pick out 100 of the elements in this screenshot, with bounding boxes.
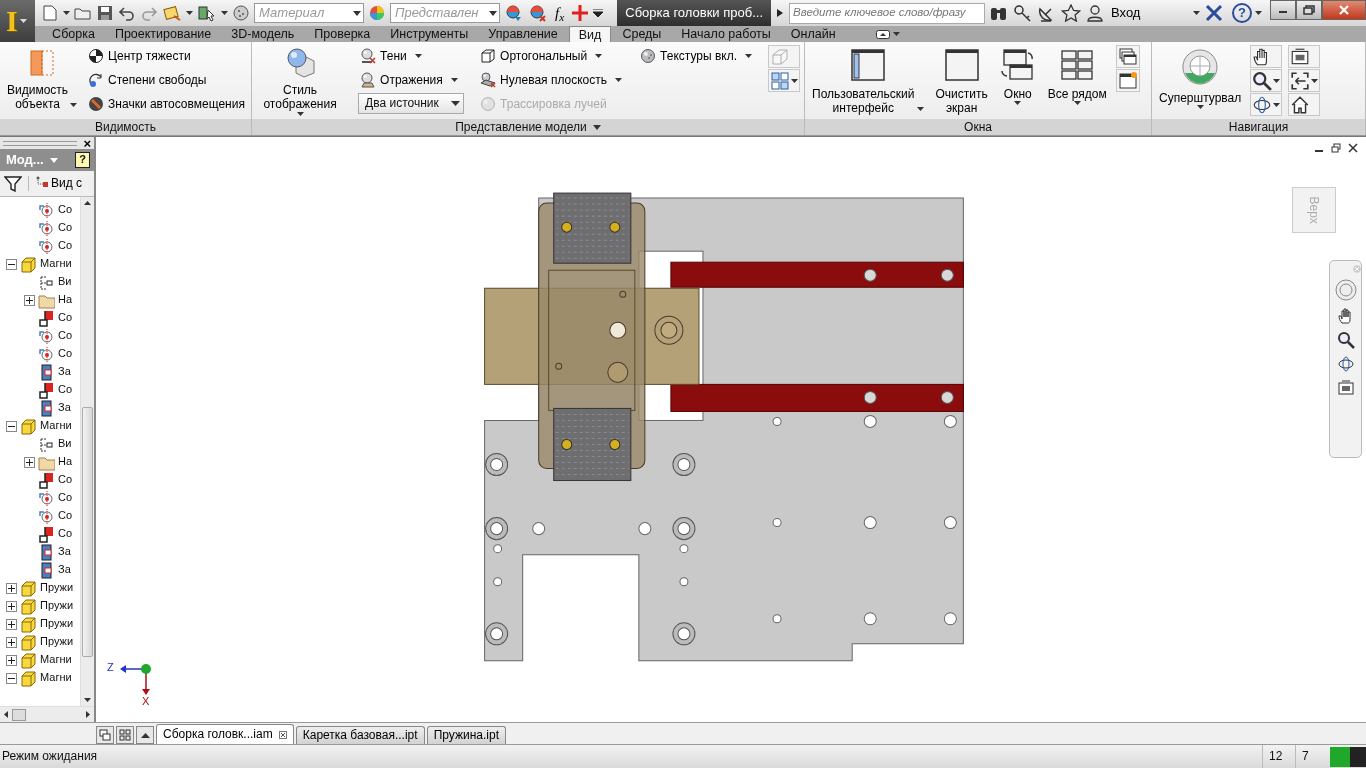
expand-toggle[interactable] [6,600,17,612]
ribbon-button[interactable]: Очистить экран [932,45,991,119]
icon-button[interactable] [1288,45,1321,68]
icon-button[interactable] [1115,45,1140,68]
document-icon[interactable] [41,4,60,22]
tree-item-label[interactable]: Со [58,473,73,487]
expand-toggle[interactable] [24,456,35,468]
document-tab[interactable]: Каретка базовая...ipt [295,726,425,744]
icon-button[interactable] [1288,69,1321,92]
view-menu-button[interactable]: Вид с [28,176,83,191]
tab-list-button[interactable] [136,726,154,744]
ribbon-tab[interactable]: Среды [613,26,671,42]
tree-item-label[interactable]: Со [58,383,73,397]
tree-item-label[interactable]: На [58,293,73,307]
expand-toggle[interactable] [6,654,17,666]
tree-item-label[interactable]: Пружи [40,599,74,613]
close-icon[interactable] [1348,143,1358,153]
tree-item-label[interactable]: Со [58,221,73,235]
ribbon-button[interactable]: Стиль отображения [256,45,345,119]
cross-mark-icon[interactable] [1204,4,1224,22]
tree-item-label[interactable]: За [58,545,71,559]
color-ball-icon[interactable] [528,4,549,22]
tree-item-label[interactable]: Магни [40,257,72,271]
ribbon-tab[interactable]: Начало работы [672,26,780,42]
tile-button[interactable] [116,726,134,744]
sign-in-button[interactable]: Вход [1109,5,1189,21]
search-field[interactable]: Введите ключевое слово/фразу [789,2,985,24]
icon-button[interactable] [1288,93,1321,116]
ribbon-button[interactable]: Отражения [358,69,465,91]
user-icon[interactable] [1085,4,1105,22]
play-icon[interactable] [775,8,785,18]
panel-title[interactable]: Окна [805,119,1151,135]
ribbon-tab[interactable]: Вид [568,26,612,42]
ribbon-button[interactable]: Ортогональный [478,45,625,67]
application-menu-button[interactable]: I [0,0,36,42]
tree-item-label[interactable]: Пружи [40,617,74,631]
texture-ball-icon[interactable] [232,4,251,22]
caret-icon[interactable] [593,9,604,17]
tree-item-label[interactable]: За [58,563,71,577]
ribbon-tab[interactable]: Проверка [305,26,380,42]
plus-icon[interactable] [571,4,590,22]
icon-button[interactable] [1250,93,1283,116]
close-icon[interactable] [278,730,287,739]
collapse-toggle[interactable] [6,420,17,432]
tree-item-label[interactable]: Со [58,203,73,217]
ribbon-button[interactable]: Значки автосовмещения [86,93,247,115]
save-icon[interactable] [96,4,115,22]
key-icon[interactable] [1013,4,1033,22]
tree-item-label[interactable]: Ви [58,437,72,451]
navigation-bar[interactable] [1329,260,1362,458]
restore-icon[interactable] [1331,143,1341,153]
document-tab[interactable]: Пружина.ipt [426,726,506,744]
expand-toggle[interactable] [24,294,35,306]
panel-title[interactable]: Видимость [0,119,251,135]
orbit-icon[interactable] [1336,355,1355,373]
expand-toggle[interactable] [6,636,17,648]
ribbon-button[interactable]: Центр тяжести [86,45,247,67]
close-button[interactable] [1322,0,1366,20]
tree-item-label[interactable]: За [58,365,71,379]
tree-item-label[interactable]: Со [58,311,73,325]
scrollbar-thumb[interactable] [12,708,26,721]
tree-item-label[interactable]: Со [58,509,73,523]
tree-item-label[interactable]: За [58,401,71,415]
formula-button[interactable]: f$_{x}$ [552,4,568,22]
ribbon-button[interactable]: Видимость объекта [4,45,81,119]
appearance-dropdown[interactable]: Представлен [390,3,501,23]
icon-button[interactable] [1115,69,1140,92]
tree-item-label[interactable]: Магни [40,671,72,685]
ribbon-tab[interactable]: Сборка [43,26,104,42]
ribbon-tab[interactable]: Онлайн [781,26,845,42]
wheel-icon[interactable] [1334,279,1357,301]
cascade-button[interactable] [96,726,114,744]
help-button[interactable]: ? [75,152,90,168]
close-button[interactable]: × [83,136,91,150]
ribbon-button[interactable]: Тени [358,45,465,67]
panel-title[interactable]: Навигация [1152,119,1365,135]
icon-button[interactable] [1250,69,1283,92]
paint-bucket-icon[interactable] [162,4,183,22]
undo-icon[interactable] [118,4,137,22]
tree-item-label[interactable]: Магни [40,419,72,433]
filter-icon[interactable] [4,175,22,192]
tree-item-label[interactable]: Магни [40,653,72,667]
ribbon-button[interactable]: Окно [996,45,1039,119]
ribbon-button[interactable]: Все рядом [1044,45,1110,119]
expand-toggle[interactable] [6,618,17,630]
tree-item-label[interactable]: Со [58,491,73,505]
restore-button[interactable] [1296,0,1322,20]
vertical-scrollbar[interactable] [80,197,94,706]
ribbon-button[interactable]: Пользовательский интерфейс [809,45,927,119]
ribbon-button[interactable]: Текстуры вкл. [638,45,754,67]
tree-item-label[interactable]: Ви [58,275,72,289]
collapse-toggle[interactable] [6,258,17,270]
icon-button[interactable] [1250,45,1283,68]
minimize-button[interactable] [1270,0,1296,20]
expand-toggle[interactable] [6,582,17,594]
material-dropdown[interactable]: Материал [254,3,365,23]
tree-item-label[interactable]: Со [58,527,73,541]
scrollbar-thumb[interactable] [82,406,93,657]
tree-item-label[interactable]: Со [58,329,73,343]
star-icon[interactable] [1061,4,1081,22]
